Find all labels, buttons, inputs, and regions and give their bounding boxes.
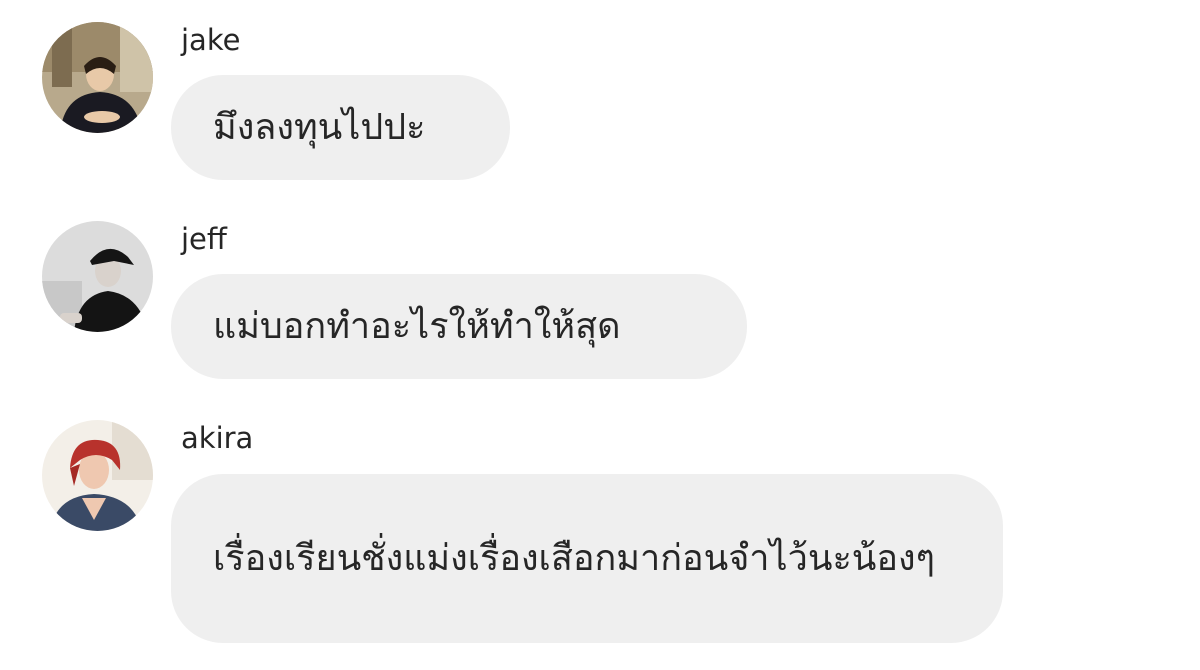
message-bubble[interactable]: มึงลงทุนไปปะ (171, 75, 510, 180)
sender-name: jeff (181, 222, 227, 256)
avatar[interactable] (42, 22, 153, 133)
avatar-photo (42, 221, 153, 332)
avatar-photo (42, 22, 153, 133)
message-bubble[interactable]: เรื่องเรียนชั่งแม่งเรื่องเสือกมาก่อนจำไว… (171, 474, 1003, 643)
avatar[interactable] (42, 420, 153, 531)
message-text: เรื่องเรียนชั่งแม่งเรื่องเสือกมาก่อนจำไว… (213, 537, 935, 579)
message-text: แม่บอกทำอะไรให้ทำให้สุด (213, 305, 621, 347)
avatar-photo (42, 420, 153, 531)
message-bubble[interactable]: แม่บอกทำอะไรให้ทำให้สุด (171, 274, 747, 379)
message-text: มึงลงทุนไปปะ (213, 106, 426, 148)
avatar[interactable] (42, 221, 153, 332)
sender-name: akira (181, 421, 254, 455)
sender-name: jake (181, 23, 241, 57)
